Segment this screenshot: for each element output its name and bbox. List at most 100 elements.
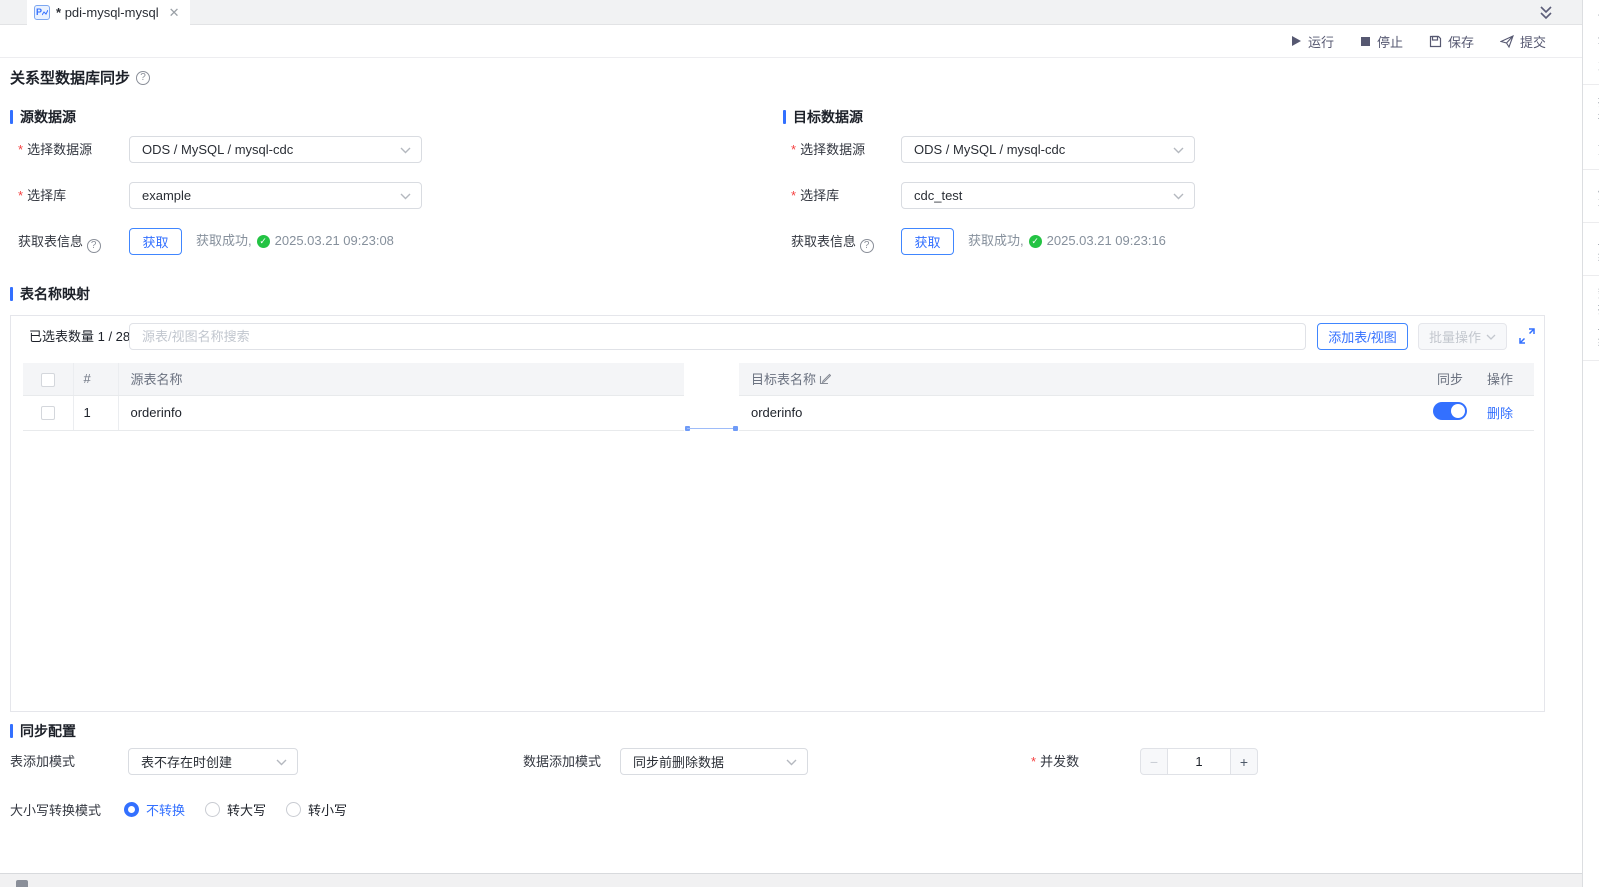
table-add-mode-select[interactable]: 表不存在时创建 — [128, 748, 298, 775]
table-search-input[interactable] — [129, 323, 1306, 350]
section-accent-bar — [783, 110, 786, 124]
success-check-icon: ✓ — [1028, 234, 1042, 248]
target-name-column-header: 目标表名称 — [739, 363, 1421, 396]
index-column-header: # — [73, 363, 119, 396]
radio-icon — [205, 802, 221, 817]
source-database-label: * 选择库 — [18, 188, 67, 203]
target-fetch-button[interactable]: 获取 — [901, 228, 954, 255]
success-check-icon: ✓ — [256, 234, 270, 248]
run-button[interactable]: 运行 — [1290, 32, 1334, 51]
double-chevron-down-icon[interactable] — [1537, 4, 1555, 22]
action-toolbar: 运行 停止 保存 提交 — [0, 25, 1582, 58]
radio-to-lower[interactable]: 转小写 — [286, 800, 347, 819]
source-fetch-status: 获取成功, ✓ 2025.03.21 09:23:08 — [196, 233, 394, 248]
edit-icon[interactable] — [819, 373, 832, 388]
side-tab-lineage[interactable]: 血缘 — [1583, 223, 1599, 276]
row-index: 1 — [73, 395, 119, 431]
data-add-mode-select[interactable]: 同步前删除数据 — [620, 748, 808, 775]
tab-bar: P * pdi-mysql-mysql ✕ — [0, 0, 1582, 25]
chevron-down-icon — [276, 754, 287, 769]
data-add-mode-label: 数据添加模式 — [523, 754, 602, 769]
tab-pdi-mysql-mysql[interactable]: P * pdi-mysql-mysql ✕ — [27, 0, 190, 25]
target-table-header-row: 目标表名称 同步 操作 — [739, 363, 1534, 396]
target-database-label: * 选择库 — [791, 188, 840, 203]
side-tab-version[interactable]: 版本 — [1583, 170, 1599, 223]
chevron-down-icon — [400, 142, 411, 157]
help-icon[interactable]: ? — [86, 239, 101, 253]
play-icon — [1291, 36, 1301, 46]
concurrency-label: * 并发数 — [1031, 754, 1080, 769]
stepper-minus-button[interactable]: − — [1140, 748, 1168, 775]
target-fetch-status: 获取成功, ✓ 2025.03.21 09:23:16 — [968, 233, 1166, 248]
delete-row-link[interactable]: 删除 — [1487, 406, 1513, 421]
radio-to-upper[interactable]: 转大写 — [205, 800, 266, 819]
chevron-down-icon — [400, 188, 411, 203]
help-icon[interactable]: ? — [859, 239, 874, 253]
selected-count: 已选表数量 1 / 28 — [29, 329, 131, 344]
submit-button[interactable]: 提交 — [1499, 32, 1546, 51]
right-side-tab-strip: 调度配置 执行日志 版本 血缘 数据血缘 — [1582, 0, 1599, 887]
chevron-down-icon — [786, 754, 797, 769]
row-checkbox[interactable] — [40, 406, 55, 421]
case-mode-label: 大小写转换模式 — [10, 803, 102, 818]
sync-toggle[interactable] — [1433, 402, 1467, 420]
table-add-mode-label: 表添加模式 — [10, 754, 76, 769]
radio-no-convert[interactable]: 不转换 — [124, 800, 185, 819]
console-panel-icon[interactable] — [16, 880, 28, 887]
action-column-header: 操作 — [1479, 363, 1534, 396]
save-button[interactable]: 保存 — [1429, 32, 1474, 51]
radio-icon — [286, 802, 302, 817]
source-fetch-button[interactable]: 获取 — [129, 228, 182, 255]
tab-title: * pdi-mysql-mysql — [56, 5, 159, 20]
row-mapping-connector — [685, 425, 738, 432]
target-section-header: 目标数据源 — [783, 107, 863, 127]
chevron-down-icon — [1173, 142, 1184, 157]
source-datasource-select[interactable]: ODS / MySQL / mysql-cdc — [129, 136, 422, 163]
send-icon — [1499, 34, 1514, 48]
node-type-icon: P — [34, 5, 50, 20]
radio-selected-icon — [124, 802, 140, 817]
source-name-column-header: 源表名称 — [118, 363, 684, 396]
target-table-name: orderinfo — [739, 395, 1421, 431]
source-table-name: orderinfo — [118, 395, 684, 431]
section-accent-bar — [10, 287, 13, 301]
side-tab-data-lineage[interactable]: 数据血缘 — [1583, 276, 1599, 361]
close-icon[interactable]: ✕ — [169, 5, 180, 21]
section-accent-bar — [10, 724, 13, 738]
source-table-header-row: # 源表名称 — [23, 363, 684, 396]
source-table: # 源表名称 1 orderinfo — [23, 363, 684, 431]
add-table-view-button[interactable]: 添加表/视图 — [1317, 323, 1408, 350]
stop-button[interactable]: 停止 — [1360, 32, 1403, 51]
save-icon — [1429, 35, 1442, 47]
section-accent-bar — [10, 110, 13, 124]
sync-column-header: 同步 — [1421, 363, 1479, 396]
source-table-row: 1 orderinfo — [23, 395, 684, 431]
source-database-select[interactable]: example — [129, 182, 422, 209]
app-root: P * pdi-mysql-mysql ✕ 运行 停止 保存 提交 关系型数据库… — [0, 0, 1599, 887]
stepper-plus-button[interactable]: + — [1230, 748, 1258, 775]
target-database-select[interactable]: cdc_test — [901, 182, 1195, 209]
source-datasource-label: * 选择数据源 — [18, 142, 93, 157]
source-fetch-label: 获取表信息 ? — [18, 228, 101, 255]
target-fetch-label: 获取表信息 ? — [791, 228, 874, 255]
target-datasource-select[interactable]: ODS / MySQL / mysql-cdc — [901, 136, 1195, 163]
fullscreen-expand-icon[interactable] — [1517, 326, 1537, 346]
target-table-row: orderinfo 删除 — [739, 395, 1534, 431]
target-table: 目标表名称 同步 操作 orderinfo 删除 — [739, 363, 1534, 431]
target-datasource-label: * 选择数据源 — [791, 142, 866, 157]
concurrency-stepper: − 1 + — [1140, 748, 1258, 775]
modified-indicator: * — [56, 5, 62, 20]
sync-config-section-header: 同步配置 — [10, 721, 76, 741]
side-tab-schedule-config[interactable]: 调度配置 — [1583, 0, 1599, 85]
mapping-panel: 已选表数量 1 / 28 添加表/视图 批量操作 # 源表名称 1 orderi… — [10, 315, 1545, 712]
chevron-down-icon — [1486, 334, 1496, 340]
batch-operation-button[interactable]: 批量操作 — [1418, 323, 1507, 350]
side-tab-run-log[interactable]: 执行日志 — [1583, 85, 1599, 170]
source-section-header: 源数据源 — [10, 107, 76, 127]
case-mode-group: 大小写转换模式 不转换 转大写 转小写 — [10, 800, 367, 819]
bottom-status-bar — [0, 873, 1582, 887]
concurrency-value[interactable]: 1 — [1168, 748, 1230, 775]
chevron-down-icon — [1173, 188, 1184, 203]
help-icon[interactable]: ? — [136, 70, 151, 85]
select-all-checkbox[interactable] — [40, 372, 55, 387]
